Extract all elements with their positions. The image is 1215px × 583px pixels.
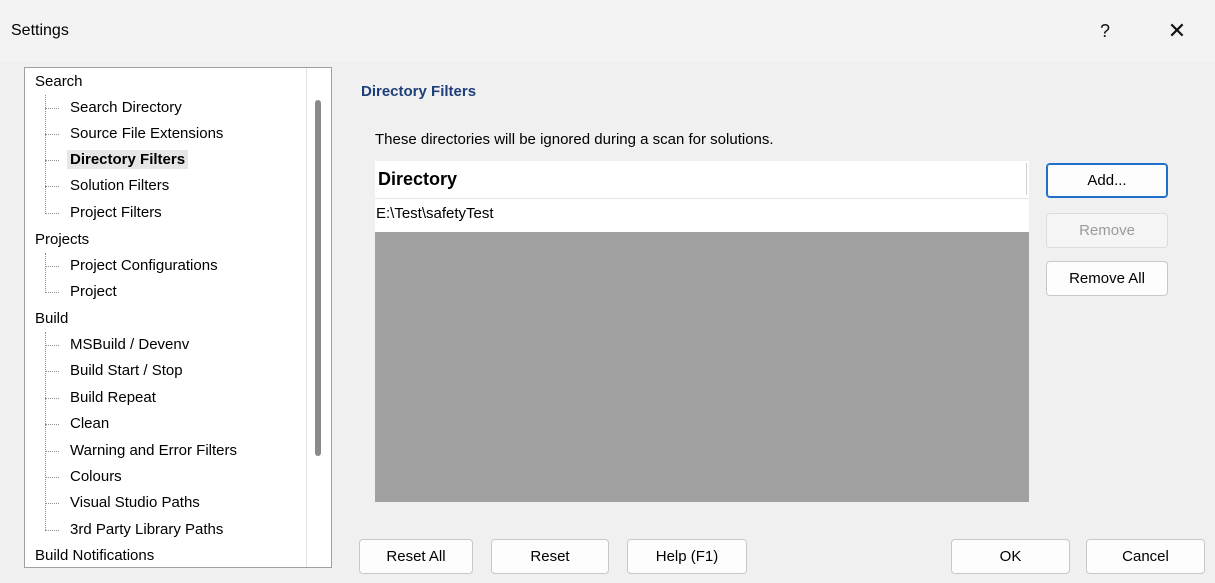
list-item[interactable]: E:\Test\safetyTest xyxy=(375,198,1029,232)
tree-item-source-file-extensions[interactable]: Source File Extensions xyxy=(67,121,226,147)
tree-group-search[interactable]: Search xyxy=(35,69,83,95)
list-header: Directory xyxy=(375,161,1029,198)
tree-group-build-notifications[interactable]: Build Notifications xyxy=(35,543,154,567)
settings-tree[interactable]: Search Search Directory Source File Exte… xyxy=(24,67,332,568)
directory-list[interactable]: Directory E:\Test\safetyTest xyxy=(375,161,1029,502)
section-description: These directories will be ignored during… xyxy=(375,131,774,148)
tree-item-build-start-stop[interactable]: Build Start / Stop xyxy=(67,358,186,384)
tree-group-build[interactable]: Build xyxy=(35,306,68,332)
tree-scrollbar[interactable] xyxy=(306,68,331,567)
tree-scrollbar-thumb[interactable] xyxy=(315,100,321,456)
remove-button[interactable]: Remove xyxy=(1046,213,1168,248)
tree-item-project-configurations[interactable]: Project Configurations xyxy=(67,253,221,279)
tree-item-colours[interactable]: Colours xyxy=(67,464,125,490)
tree-item-solution-filters[interactable]: Solution Filters xyxy=(67,173,172,199)
title-bar: Settings ? ✕ xyxy=(0,0,1215,62)
column-separator[interactable] xyxy=(1026,163,1027,195)
help-f1-button[interactable]: Help (F1) xyxy=(627,539,747,574)
tree-item-project-filters[interactable]: Project Filters xyxy=(67,200,165,226)
tree-item-search-directory[interactable]: Search Directory xyxy=(67,95,185,121)
tree-item-visual-studio-paths[interactable]: Visual Studio Paths xyxy=(67,490,203,516)
window-title: Settings xyxy=(11,22,69,39)
tree-item-clean[interactable]: Clean xyxy=(67,411,112,437)
close-button[interactable]: ✕ xyxy=(1155,12,1199,50)
add-button[interactable]: Add... xyxy=(1046,163,1168,198)
section-title: Directory Filters xyxy=(361,83,477,100)
remove-all-button[interactable]: Remove All xyxy=(1046,261,1168,296)
reset-all-button[interactable]: Reset All xyxy=(359,539,473,574)
tree-item-project[interactable]: Project xyxy=(67,279,120,305)
help-button[interactable]: ? xyxy=(1083,12,1127,50)
tree-item-build-repeat[interactable]: Build Repeat xyxy=(67,385,159,411)
tree-item-warning-error-filters[interactable]: Warning and Error Filters xyxy=(67,438,240,464)
ok-button[interactable]: OK xyxy=(951,539,1070,574)
cancel-button[interactable]: Cancel xyxy=(1086,539,1205,574)
tree-item-directory-filters[interactable]: Directory Filters xyxy=(67,147,189,173)
column-header-directory[interactable]: Directory xyxy=(378,169,457,190)
list-item-path: E:\Test\safetyTest xyxy=(376,205,494,222)
reset-button[interactable]: Reset xyxy=(491,539,609,574)
tree-item-msbuild-devenv[interactable]: MSBuild / Devenv xyxy=(67,332,192,358)
tree-item-3rd-party-library-paths[interactable]: 3rd Party Library Paths xyxy=(67,517,226,543)
tree-group-projects[interactable]: Projects xyxy=(35,227,89,253)
